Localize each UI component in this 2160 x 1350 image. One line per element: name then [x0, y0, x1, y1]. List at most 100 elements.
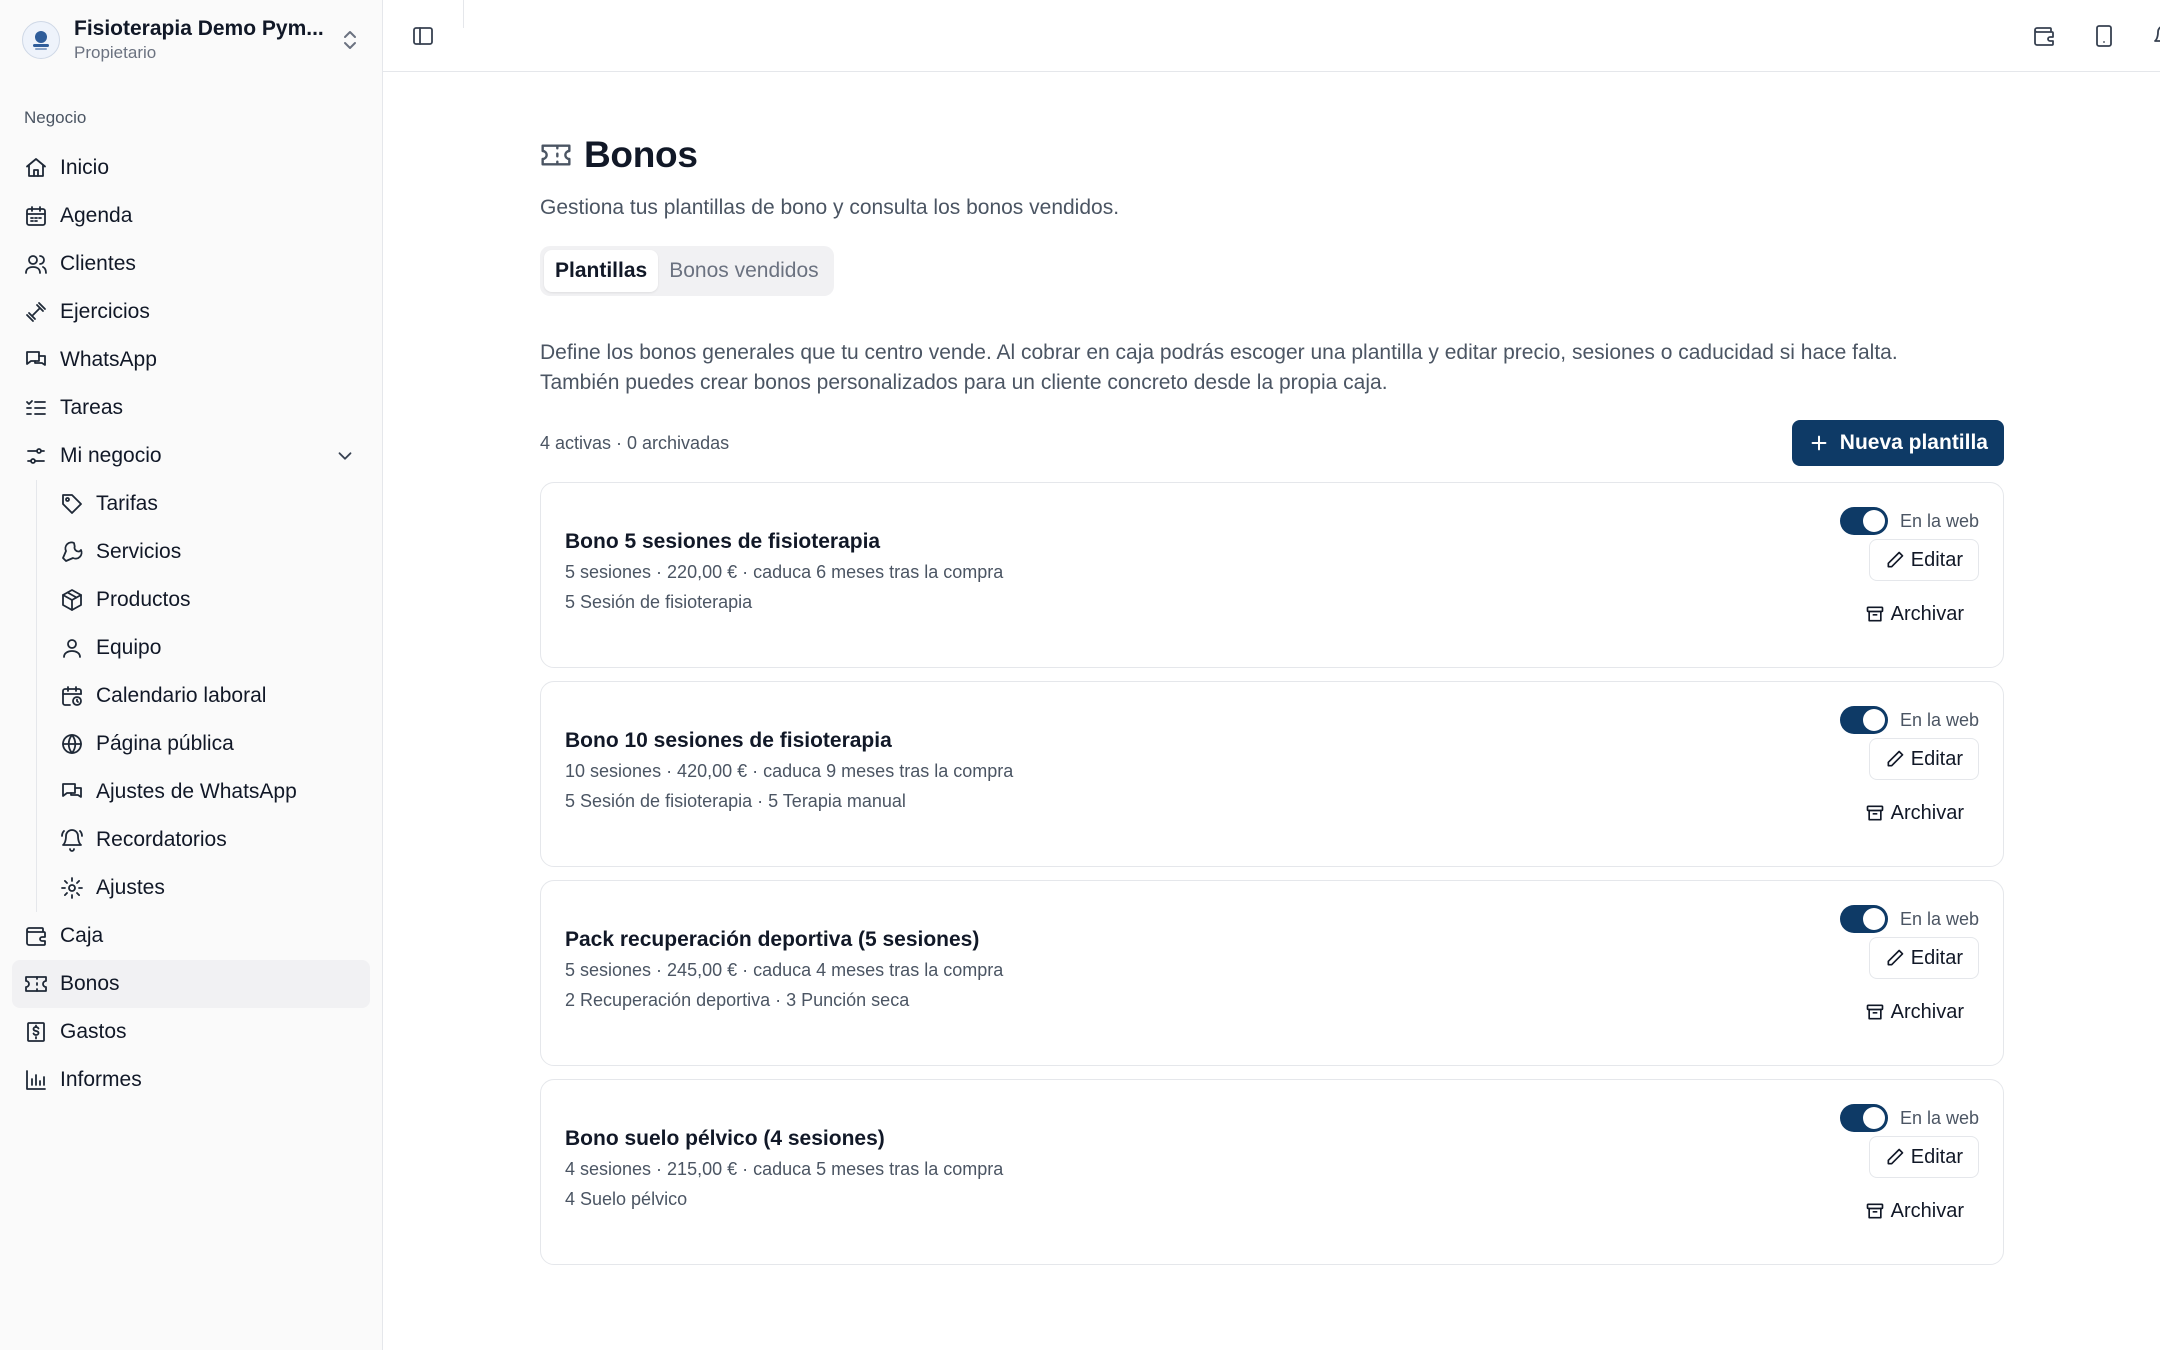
sidebar-item-bonos[interactable]: Bonos: [12, 960, 370, 1008]
web-visibility-toggle[interactable]: En la web: [1839, 1102, 1979, 1134]
nav-group-label: Negocio: [24, 108, 87, 127]
sidebar-item-ajustes[interactable]: Ajustes: [50, 864, 370, 912]
tablet-button[interactable]: [2084, 16, 2124, 56]
sidebar-item-label: Informes: [60, 1068, 142, 1091]
sidebar-item-caja[interactable]: Caja: [12, 912, 370, 960]
sidebar-item-tarifas[interactable]: Tarifas: [50, 480, 370, 528]
sidebar-item-label: Tareas: [60, 396, 124, 419]
description-line: Define los bonos generales que tu centro…: [540, 341, 1898, 364]
archive-button[interactable]: Archivar: [1850, 991, 1979, 1033]
sidebar-item-label: Ajustes de WhatsApp: [96, 780, 297, 803]
organization-logo: [22, 21, 60, 59]
tab-list: Plantillas Bonos vendidos: [540, 246, 834, 296]
edit-button[interactable]: Editar: [1868, 937, 1979, 979]
archive-label: Archivar: [1890, 1000, 1964, 1023]
web-visibility-toggle[interactable]: En la web: [1839, 903, 1979, 935]
sidebar-item-calendario-laboral[interactable]: Calendario laboral: [50, 672, 370, 720]
sidebar-item-label: Gastos: [60, 1020, 127, 1043]
template-list: Bono 5 sesiones de fisioterapia 5 sesion…: [540, 482, 2004, 1265]
sidebar-item-productos[interactable]: Productos: [50, 576, 370, 624]
new-template-label: Nueva plantilla: [1839, 431, 1988, 454]
edit-button[interactable]: Editar: [1868, 738, 1979, 780]
calendar-clock-icon: [60, 684, 84, 708]
toggle-switch[interactable]: [1839, 905, 1888, 933]
template-details: 4 sesiones · 215,00 € · caduca 5 meses t…: [565, 1159, 1004, 1179]
new-template-button[interactable]: Nueva plantilla: [1791, 420, 2004, 466]
template-name: Bono 10 sesiones de fisioterapia: [565, 729, 892, 752]
organization-switcher[interactable]: Fisioterapia Demo Pym... Propietario: [22, 12, 362, 68]
edit-button[interactable]: Editar: [1868, 1136, 1979, 1178]
sidebar-item-inicio[interactable]: Inicio: [12, 144, 370, 192]
tab-plantillas[interactable]: Plantillas: [544, 250, 659, 292]
template-services: 5 Sesión de fisioterapia: [565, 592, 753, 612]
template-details: 5 sesiones · 245,00 € · caduca 4 meses t…: [565, 960, 1004, 980]
sidebar-toggle-button[interactable]: [403, 16, 443, 56]
pencil-icon: [1885, 1147, 1905, 1167]
user-icon: [60, 636, 84, 660]
sidebar-item-whatsapp[interactable]: WhatsApp: [12, 336, 370, 384]
settings-sliders-icon: [24, 444, 48, 468]
wrench-icon: [60, 540, 84, 564]
sidebar-item-agenda[interactable]: Agenda: [12, 192, 370, 240]
sidebar-nav: Inicio Agenda Clientes Ejercicios WhatsA…: [12, 144, 370, 1104]
package-icon: [60, 588, 84, 612]
sidebar-item-gastos[interactable]: Gastos: [12, 1008, 370, 1056]
toggle-switch[interactable]: [1839, 1104, 1888, 1132]
ticket-icon: [24, 972, 48, 996]
web-visibility-toggle[interactable]: En la web: [1839, 704, 1979, 736]
archive-button[interactable]: Archivar: [1850, 1190, 1979, 1232]
list-checks-icon: [24, 396, 48, 420]
sidebar-subnav-mi-negocio: Tarifas Servicios Productos Equipo Calen…: [36, 480, 370, 912]
sidebar-item-label: Caja: [60, 924, 104, 947]
template-services: 5 Sesión de fisioterapia · 5 Terapia man…: [565, 791, 906, 811]
toggle-switch[interactable]: [1839, 507, 1888, 535]
chevrons-up-down-icon: [338, 28, 362, 52]
sidebar-item-mi-negocio[interactable]: Mi negocio: [12, 432, 370, 480]
web-toggle-label: En la web: [1899, 908, 1979, 929]
archive-label: Archivar: [1890, 602, 1964, 625]
edit-button[interactable]: Editar: [1868, 539, 1979, 581]
archive-label: Archivar: [1890, 1199, 1964, 1222]
edit-label: Editar: [1910, 1145, 1963, 1168]
sidebar-item-recordatorios[interactable]: Recordatorios: [50, 816, 370, 864]
sidebar-item-label: Ajustes: [96, 876, 165, 899]
globe-icon: [60, 732, 84, 756]
sidebar-item-pagina-publica[interactable]: Página pública: [50, 720, 370, 768]
chevron-down-icon: [334, 445, 356, 467]
organization-role: Propietario: [74, 43, 157, 62]
description-line: También puedes crear bonos personalizado…: [540, 371, 1388, 394]
sidebar-item-label: Página pública: [96, 732, 234, 755]
sidebar-item-equipo[interactable]: Equipo: [50, 624, 370, 672]
web-visibility-toggle[interactable]: En la web: [1839, 505, 1979, 537]
calendar-icon: [24, 204, 48, 228]
sidebar-item-ejercicios[interactable]: Ejercicios: [12, 288, 370, 336]
archive-icon: [1865, 604, 1885, 624]
sidebar-item-ajustes-whatsapp[interactable]: Ajustes de WhatsApp: [50, 768, 370, 816]
pencil-icon: [1885, 749, 1905, 769]
home-icon: [24, 156, 48, 180]
wallet-icon: [2032, 24, 2056, 48]
bell-ring-icon: [60, 828, 84, 852]
dumbbell-icon: [24, 300, 48, 324]
sidebar-item-tareas[interactable]: Tareas: [12, 384, 370, 432]
template-name: Bono 5 sesiones de fisioterapia: [565, 530, 881, 553]
receipt-icon: [24, 1020, 48, 1044]
bar-chart-icon: [24, 1068, 48, 1092]
sidebar-item-clientes[interactable]: Clientes: [12, 240, 370, 288]
cash-register-button[interactable]: [2024, 16, 2064, 56]
sidebar-item-servicios[interactable]: Servicios: [50, 528, 370, 576]
tag-icon: [60, 492, 84, 516]
notifications-button[interactable]: [2144, 16, 2160, 56]
toggle-switch[interactable]: [1839, 706, 1888, 734]
sidebar-item-informes[interactable]: Informes: [12, 1056, 370, 1104]
web-toggle-label: En la web: [1899, 510, 1979, 531]
archive-icon: [1865, 803, 1885, 823]
template-name: Pack recuperación deportiva (5 sesiones): [565, 928, 980, 951]
sidebar-item-label: Productos: [96, 588, 191, 611]
archive-button[interactable]: Archivar: [1850, 593, 1979, 635]
tab-bonos-vendidos[interactable]: Bonos vendidos: [658, 250, 829, 292]
gear-icon: [60, 876, 84, 900]
page-header: Bonos: [540, 130, 2004, 180]
sidebar-item-label: Inicio: [60, 156, 110, 179]
archive-button[interactable]: Archivar: [1850, 792, 1979, 834]
